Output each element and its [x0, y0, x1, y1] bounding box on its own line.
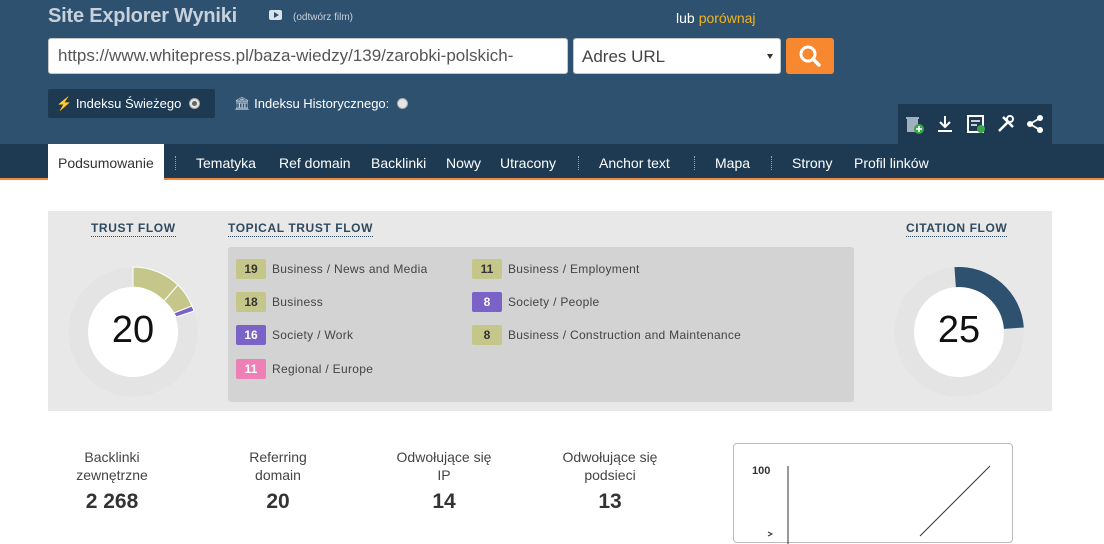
page-title: Site Explorer Wyniki: [48, 5, 238, 27]
stat-label: IP: [437, 467, 451, 483]
topic-label: Business / Construction and Maintenance: [508, 328, 742, 342]
stat-label: Odwołujące się: [396, 449, 492, 465]
tab-divider: [694, 156, 695, 170]
topic-score: 8: [472, 292, 502, 312]
stat-referring-ips: Odwołujące się IP 14: [364, 448, 524, 514]
tab-divider: [771, 156, 772, 170]
share-icon[interactable]: [1024, 113, 1046, 135]
topic-score: 18: [236, 292, 266, 312]
topic-label: Society / Work: [272, 328, 354, 342]
tab-anchor-text[interactable]: Anchor text: [599, 144, 670, 180]
download-icon[interactable]: [934, 113, 956, 135]
historic-index-radio[interactable]: [396, 98, 408, 109]
flow-chart-box: 100: [733, 443, 1013, 544]
stat-label: Backlinki: [84, 449, 140, 465]
tab-nowy[interactable]: Nowy: [446, 144, 481, 180]
tab-mapa[interactable]: Mapa: [715, 144, 750, 180]
video-icon[interactable]: [269, 10, 282, 20]
action-toolbar: [898, 104, 1052, 144]
stat-referring-domains: Referring domain 20: [198, 448, 358, 514]
list-item[interactable]: 18 Business: [236, 292, 323, 312]
top-bar: Site Explorer Wyniki (odtwórz film) lub p…: [0, 0, 1104, 144]
topic-label: Regional / Europe: [272, 362, 374, 376]
add-bucket-icon[interactable]: [903, 113, 925, 135]
tab-backlinki[interactable]: Backlinki: [371, 144, 426, 180]
list-item[interactable]: 8 Business / Construction and Maintenance: [472, 325, 741, 345]
tab-utracony[interactable]: Utracony: [500, 144, 556, 180]
trust-flow-value: 20: [111, 309, 155, 351]
historic-index-label: Indeksu Historycznego:: [254, 96, 390, 111]
stat-external-backlinks: Backlinki zewnętrzne 2 268: [32, 448, 192, 514]
compare-link[interactable]: porównaj: [699, 10, 756, 26]
or-text: lub: [676, 10, 695, 26]
citation-flow-heading[interactable]: CITATION FLOW: [906, 221, 1008, 237]
stat-label: Referring: [249, 449, 307, 465]
play-film-link[interactable]: (odtwórz film): [293, 12, 353, 23]
list-item[interactable]: 16 Society / Work: [236, 325, 353, 345]
list-item[interactable]: 11 Regional / Europe: [236, 359, 373, 379]
stat-label: zewnętrzne: [76, 467, 148, 483]
tab-divider: [175, 156, 176, 170]
topic-label: Business / News and Media: [272, 262, 428, 276]
topical-trust-flow-list: 19 Business / News and Media 18 Business 1…: [228, 247, 854, 402]
topic-score: 19: [236, 259, 266, 279]
topic-label: Business: [272, 295, 324, 309]
topic-score: 16: [236, 325, 266, 345]
topic-score: 11: [472, 259, 502, 279]
stat-referring-subnets: Odwołujące się podsieci 13: [530, 448, 690, 514]
tools-icon[interactable]: [995, 113, 1017, 135]
topic-score: 11: [236, 359, 266, 379]
mode-select-value: Adres URL: [582, 47, 666, 66]
tab-profil-linkow[interactable]: Profil linków: [854, 144, 929, 180]
chevron-down-icon: [767, 54, 773, 59]
fresh-index-option[interactable]: ⚡ Indeksu Świeżego: [48, 89, 215, 118]
list-item[interactable]: 19 Business / News and Media: [236, 259, 428, 279]
trust-flow-heading[interactable]: TRUST FLOW: [91, 221, 176, 237]
stat-label: Odwołujące się: [562, 449, 658, 465]
tab-strony[interactable]: Strony: [792, 144, 832, 180]
topic-label: Business / Employment: [508, 262, 640, 276]
tab-podsumowanie[interactable]: Podsumowanie: [48, 144, 164, 180]
stat-value[interactable]: 13: [530, 490, 690, 514]
search-icon: [799, 45, 821, 67]
tab-ref-domain[interactable]: Ref domain: [279, 144, 351, 180]
url-input[interactable]: https://www.whitepress.pl/baza-wiedzy/13…: [48, 38, 568, 74]
lightning-icon: ⚡: [56, 96, 73, 111]
fresh-index-label: Indeksu Świeżego: [75, 96, 182, 111]
search-button[interactable]: [786, 38, 834, 74]
tab-tematyka[interactable]: Tematyka: [196, 144, 256, 180]
compare-area: lub porównaj: [676, 10, 756, 26]
mode-select[interactable]: Adres URL: [573, 38, 781, 74]
list-item[interactable]: 8 Society / People: [472, 292, 600, 312]
stat-value[interactable]: 14: [364, 490, 524, 514]
stat-label: podsieci: [584, 467, 636, 483]
list-item[interactable]: 11 Business / Employment: [472, 259, 640, 279]
topic-label: Society / People: [508, 295, 600, 309]
topical-trust-flow-heading[interactable]: TOPICAL TRUST FLOW: [228, 221, 374, 237]
stat-value[interactable]: 2 268: [32, 490, 192, 514]
report-icon[interactable]: [965, 113, 987, 135]
nav-tabs: Podsumowanie Tematyka Ref domain Backlin…: [0, 144, 1104, 180]
citation-flow-value: 25: [937, 309, 981, 351]
historic-index-option[interactable]: 🏛 Indeksu Historycznego:: [234, 96, 408, 112]
flow-chart-lines: [767, 465, 991, 544]
bank-icon: 🏛: [234, 96, 251, 111]
stat-value[interactable]: 20: [198, 490, 358, 514]
topic-score: 8: [472, 325, 502, 345]
stat-label: domain: [255, 467, 301, 483]
fresh-index-radio[interactable]: [188, 98, 200, 109]
tab-divider: [578, 156, 579, 170]
